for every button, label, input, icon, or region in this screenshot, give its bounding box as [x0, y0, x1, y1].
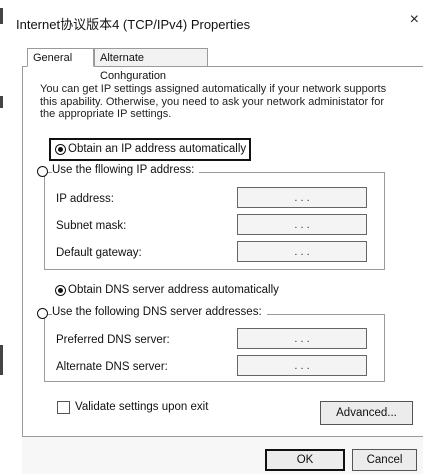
- advanced-button[interactable]: Advanced...: [320, 401, 413, 425]
- use-following-dns-radio[interactable]: [37, 308, 48, 319]
- preferred-dns-value: . . .: [294, 332, 310, 345]
- window-edge-mark: [0, 8, 3, 24]
- alternate-dns-label: Alternate DNS server:: [56, 361, 168, 373]
- use-following-ip-label[interactable]: Use the fllowing IP address:: [52, 164, 200, 176]
- use-following-dns-label[interactable]: Use the following DNS server addresses:: [52, 306, 267, 318]
- ip-address-label: IP address:: [56, 193, 114, 205]
- obtain-ip-auto-radio[interactable]: [55, 144, 66, 155]
- use-following-ip-radio[interactable]: [37, 166, 48, 177]
- obtain-ip-auto-label[interactable]: Obtain an IP address automatically: [68, 143, 246, 155]
- ok-button[interactable]: OK: [265, 449, 345, 471]
- window-edge-mark: [0, 345, 3, 375]
- obtain-dns-auto-radio[interactable]: [55, 285, 66, 296]
- alternate-dns-field[interactable]: . . .: [237, 355, 367, 376]
- default-gateway-field[interactable]: . . .: [237, 241, 367, 262]
- ip-address-field[interactable]: . . .: [237, 187, 367, 208]
- validate-label[interactable]: Validate settings upon exit: [75, 401, 208, 413]
- default-gateway-value: . . .: [294, 245, 310, 258]
- obtain-dns-auto-label[interactable]: Obtain DNS server address automatically: [68, 284, 279, 296]
- tab-general[interactable]: General: [27, 48, 94, 67]
- window-title: Internet协议版本4 (TCP/IPv4) Properties: [16, 17, 251, 32]
- subnet-mask-field[interactable]: . . .: [237, 214, 367, 235]
- preferred-dns-label: Preferred DNS server:: [56, 334, 170, 346]
- description-text: You can get IP settings assigned automat…: [40, 83, 387, 120]
- tab-alternate-configuration[interactable]: Alternate Conhguration: [94, 48, 208, 82]
- default-gateway-label: Default gateway:: [56, 247, 142, 259]
- cancel-button[interactable]: Cancel: [352, 449, 417, 471]
- preferred-dns-field[interactable]: . . .: [237, 328, 367, 349]
- validate-checkbox[interactable]: [57, 401, 70, 414]
- alternate-dns-value: . . .: [294, 359, 310, 372]
- subnet-mask-label: Subnet mask:: [56, 220, 127, 232]
- window-edge-mark: [0, 96, 3, 108]
- ip-address-value: . . .: [294, 191, 310, 204]
- close-icon[interactable]: ×: [410, 11, 419, 29]
- subnet-mask-value: . . .: [294, 218, 310, 231]
